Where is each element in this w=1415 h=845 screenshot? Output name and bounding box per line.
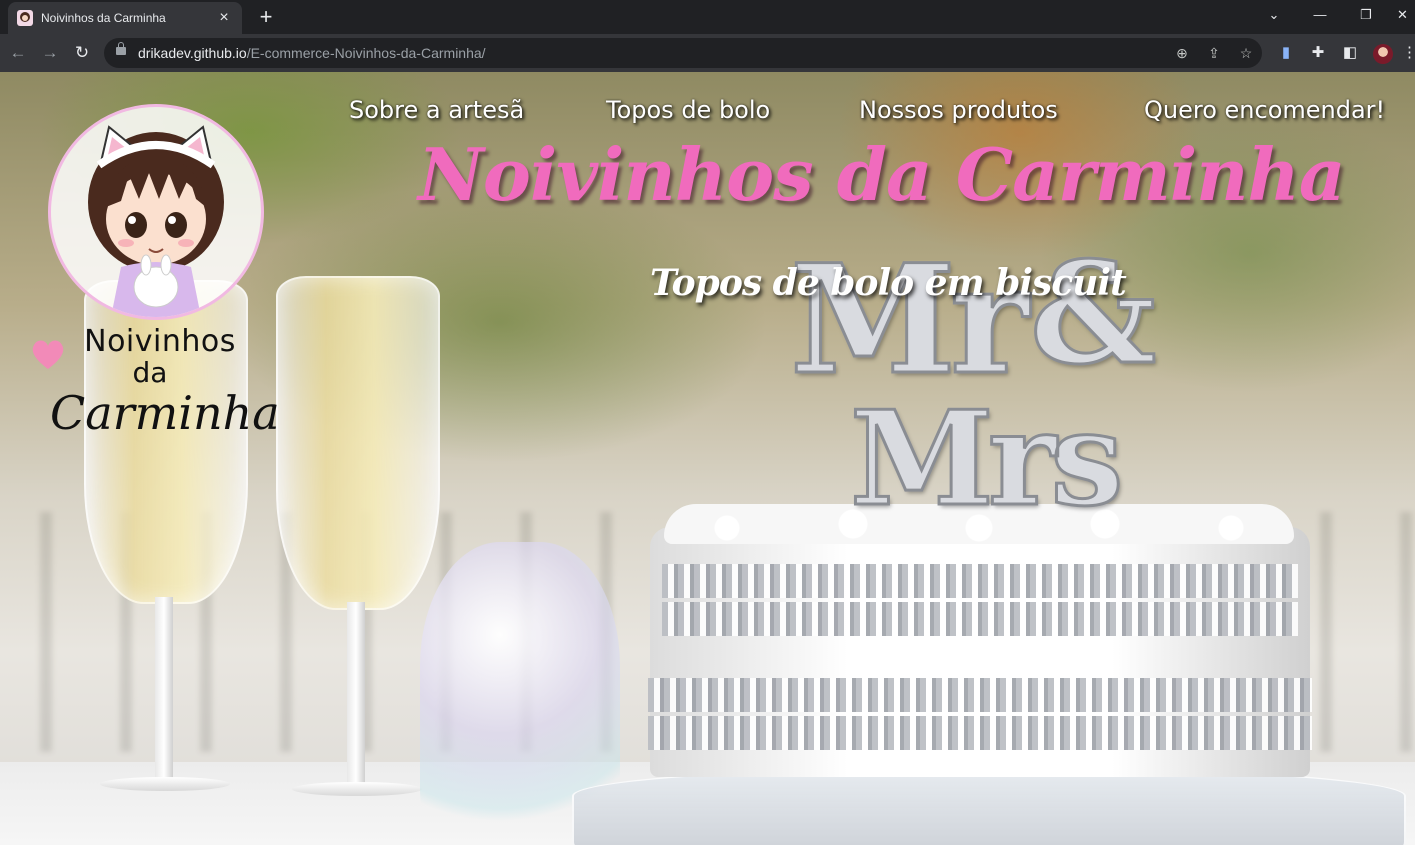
side-panel-icon[interactable]: ◧: [1338, 41, 1362, 65]
site-favicon-icon: [17, 10, 33, 26]
hero-title: Noivinhos da Carminha: [418, 132, 1346, 217]
browser-tabstrip: Noivinhos da Carminha × + ⌄ — ❐ ✕: [0, 0, 1415, 34]
hero-subtitle: Topos de bolo em biscuit: [650, 262, 1127, 304]
nav-quero-encomendar[interactable]: Quero encomendar!: [1144, 96, 1385, 124]
address-bar[interactable]: drikadev.github.io/E-commerce-Noivinhos-…: [104, 38, 1262, 68]
cake-rhinestone-band-4: [648, 716, 1312, 750]
profile-avatar[interactable]: [1373, 44, 1393, 64]
minimize-button[interactable]: —: [1298, 4, 1342, 26]
nav-sobre-a-artesa[interactable]: Sobre a artesã: [349, 96, 524, 124]
cake-topper-ampersand: &: [1028, 231, 1157, 398]
url-text[interactable]: drikadev.github.io/E-commerce-Noivinhos-…: [138, 45, 486, 61]
glass-stem-left: [155, 597, 173, 787]
cake-rhinestone-band-3: [648, 678, 1312, 712]
bookmark-star-icon[interactable]: ☆: [1236, 43, 1256, 63]
tab-search-icon[interactable]: ⌄: [1252, 4, 1296, 26]
tab-close-icon[interactable]: ×: [214, 8, 234, 28]
restore-button[interactable]: ❐: [1344, 4, 1388, 26]
tab-title: Noivinhos da Carminha: [41, 11, 166, 25]
nav-nossos-produtos[interactable]: Nossos produtos: [859, 96, 1058, 124]
glass-foot-left: [100, 777, 230, 791]
browser-toolbar: ← → ↻ drikadev.github.io/E-commerce-Noiv…: [0, 34, 1415, 72]
logo-text-carminha: Carminha: [50, 386, 280, 440]
logo-avatar: [48, 104, 264, 320]
nav-topos-de-bolo[interactable]: Topos de bolo: [606, 96, 770, 124]
logo-text-da: da: [132, 356, 168, 389]
cake-rhinestone-band-2: [662, 602, 1298, 636]
close-window-button[interactable]: ✕: [1390, 4, 1415, 26]
lock-icon[interactable]: [116, 42, 126, 55]
site-logo[interactable]: Noivinhos da Carminha: [20, 102, 280, 442]
extensions-puzzle-icon[interactable]: ✚: [1306, 41, 1330, 65]
girl-mascot-icon: [88, 125, 224, 317]
url-host: drikadev.github.io: [138, 45, 247, 61]
heart-icon: [32, 340, 64, 369]
back-arrow-icon[interactable]: ←: [6, 41, 30, 65]
glass-foot-right: [292, 782, 422, 796]
forward-arrow-icon[interactable]: →: [38, 41, 62, 65]
logo-text-noivinhos: Noivinhos: [84, 324, 236, 359]
share-icon[interactable]: ⇪: [1204, 43, 1224, 63]
url-path: /E-commerce-Noivinhos-da-Carminha/: [246, 45, 486, 61]
extension-icon[interactable]: ▮: [1274, 41, 1298, 65]
reload-icon[interactable]: ↻: [70, 41, 94, 65]
champagne-glass-right: [276, 276, 440, 610]
browser-tab[interactable]: Noivinhos da Carminha ×: [8, 2, 242, 34]
new-tab-button[interactable]: +: [254, 5, 278, 29]
cake-topper-mrs: Mrs: [849, 381, 1126, 537]
cake-plate: [572, 766, 1406, 845]
zoom-icon[interactable]: ⊕: [1172, 43, 1192, 63]
hero-section: Mr & Mrs Sobre a artesã Topos de bolo No…: [0, 72, 1415, 845]
menu-kebab-icon[interactable]: ⋮: [1402, 41, 1415, 65]
glass-stem-right: [347, 602, 365, 792]
cake-rhinestone-band-1: [662, 564, 1298, 598]
